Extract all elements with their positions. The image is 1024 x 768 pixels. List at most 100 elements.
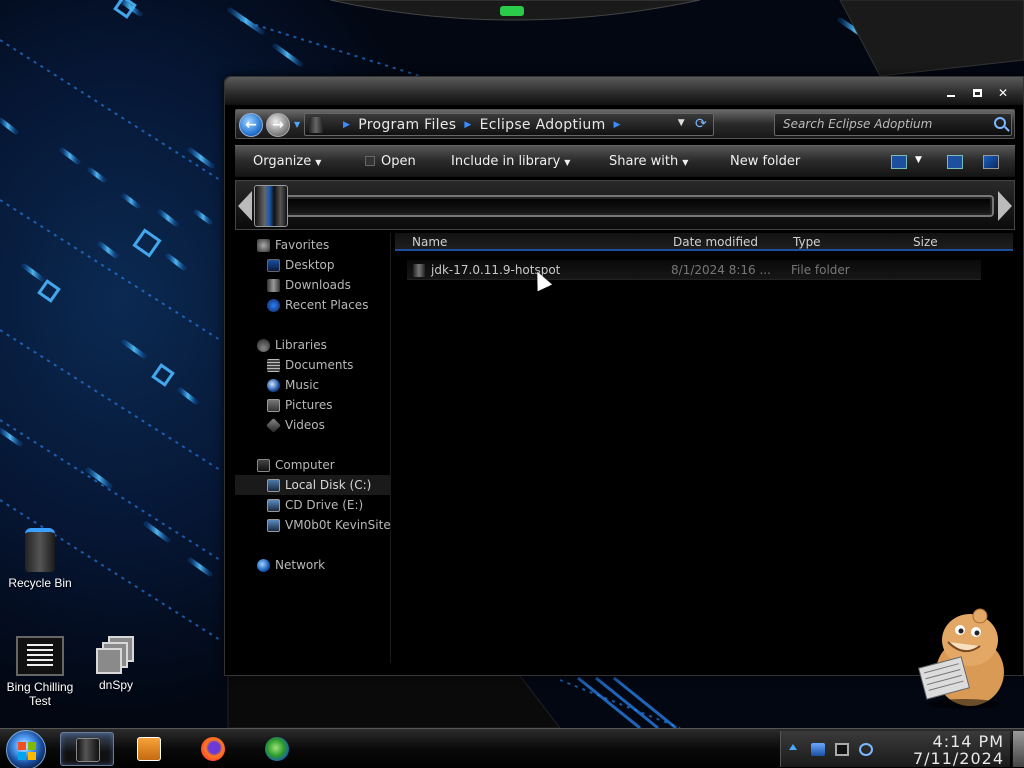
nav-videos[interactable]: Videos — [235, 415, 391, 435]
clock-date[interactable]: 7/11/2024 — [913, 749, 1004, 768]
nav-desktop[interactable]: Desktop — [235, 255, 391, 275]
column-headers: Name Date modified Type Size — [395, 233, 1013, 251]
music-icon — [267, 379, 280, 392]
open-button[interactable]: Open — [365, 154, 416, 169]
new-folder-button[interactable]: New folder — [730, 154, 800, 169]
breadcrumb-program-files[interactable]: Program Files — [358, 117, 456, 133]
network-icon — [257, 559, 270, 572]
arrow-right-icon: → — [272, 117, 284, 133]
start-button[interactable] — [6, 730, 46, 768]
file-list: Name Date modified Type Size jdk-17.0.11… — [393, 233, 1015, 663]
include-in-library-button[interactable]: Include in library ▼ — [451, 154, 570, 169]
nav-network[interactable]: Network — [235, 555, 391, 575]
network-drive-icon — [267, 519, 280, 532]
help-icon[interactable] — [983, 155, 999, 169]
preview-pane-icon[interactable] — [947, 155, 963, 169]
breadcrumb-separator-icon[interactable]: ▶ — [343, 120, 350, 130]
show-hidden-icons-icon[interactable] — [789, 744, 797, 750]
recent-pages-dropdown[interactable]: ▼ — [294, 120, 300, 129]
nav-libraries[interactable]: Libraries — [235, 335, 391, 355]
minimize-button[interactable] — [945, 87, 957, 99]
column-header-size[interactable]: Size — [913, 235, 938, 249]
explorer-window: ✕ ← → ▼ ▶ Program Files ▶ Eclipse Adopti… — [224, 76, 1024, 676]
nav-computer[interactable]: Computer — [235, 455, 391, 475]
navigation-bar: ← → ▼ ▶ Program Files ▶ Eclipse Adoptium… — [235, 109, 1015, 139]
column-header-type[interactable]: Type — [793, 235, 821, 249]
folder-icon — [309, 117, 323, 133]
documents-icon — [267, 359, 280, 372]
desktop-icon-bing-chilling-test[interactable]: Bing Chilling Test — [0, 636, 80, 708]
open-icon — [365, 156, 375, 166]
dnspy-icon — [96, 634, 136, 674]
media-player-icon — [137, 737, 161, 761]
search-icon[interactable] — [994, 117, 1006, 129]
details-banner — [235, 180, 1015, 230]
hamster-reading-icon — [917, 608, 1004, 709]
nav-vm-share[interactable]: VM0b0t KevinSite — [235, 515, 391, 535]
explorer-icon — [76, 738, 100, 762]
desktop-icon-label: dnSpy — [98, 678, 134, 692]
refresh-icon[interactable]: ⟳ — [695, 116, 707, 132]
file-row[interactable]: jdk-17.0.11.9-hotspot 8/1/2024 8:16 ... … — [407, 260, 981, 280]
nav-local-disk-c[interactable]: Local Disk (C:) — [235, 475, 391, 495]
nav-music[interactable]: Music — [235, 375, 391, 395]
change-view-icon[interactable] — [891, 155, 907, 169]
maximize-button[interactable] — [971, 87, 983, 99]
organize-button[interactable]: Organize ▼ — [253, 154, 321, 169]
nav-recent-places[interactable]: Recent Places — [235, 295, 391, 315]
back-button[interactable]: ← — [239, 113, 263, 137]
search-input[interactable]: Search Eclipse Adoptium — [774, 113, 1012, 136]
navigation-pane: Favorites Desktop Downloads Recent Place… — [235, 233, 391, 663]
system-tray: 4:14 PM 7/11/2024 — [780, 731, 1010, 768]
banner-rail — [264, 195, 994, 217]
taskbar-firefox-button[interactable] — [186, 732, 240, 766]
taskbar-explorer-button[interactable] — [60, 732, 114, 766]
windows-logo-icon — [18, 742, 36, 760]
pictures-icon — [267, 399, 280, 412]
address-history-dropdown[interactable]: ▼ — [678, 118, 685, 128]
command-bar: Organize ▼ Open Include in library ▼ Share… — [235, 145, 1015, 177]
desktop-icon — [267, 259, 280, 272]
star-icon — [257, 239, 270, 252]
desktop-icon-recycle-bin[interactable]: Recycle Bin — [0, 528, 80, 590]
window-titlebar[interactable]: ✕ — [225, 77, 1023, 105]
recent-places-icon — [267, 299, 280, 312]
breadcrumb-separator-icon[interactable]: ▶ — [464, 120, 471, 130]
chevron-down-icon: ▼ — [564, 158, 571, 167]
hamster-gadget[interactable] — [914, 600, 1010, 710]
folder-icon — [413, 264, 425, 277]
nav-favorites[interactable]: Favorites — [235, 235, 391, 255]
taskbar-download-manager-button[interactable] — [250, 732, 304, 766]
arrow-left-icon: ← — [245, 117, 257, 133]
nav-downloads[interactable]: Downloads — [235, 275, 391, 295]
firefox-icon — [201, 737, 225, 761]
desktop-icon-label: Recycle Bin — [8, 576, 72, 590]
document-viewer-icon — [16, 636, 64, 676]
action-center-icon[interactable] — [835, 743, 849, 756]
desktop-icon-dnspy[interactable]: dnSpy — [76, 634, 156, 692]
taskbar: 4:14 PM 7/11/2024 — [0, 728, 1024, 768]
address-bar[interactable]: ▶ Program Files ▶ Eclipse Adoptium ▶ ▼ ⟳ — [304, 113, 714, 136]
close-icon: ✕ — [997, 86, 1009, 100]
downloads-icon — [267, 279, 280, 292]
nav-documents[interactable]: Documents — [235, 355, 391, 375]
breadcrumb-separator-icon[interactable]: ▶ — [614, 120, 621, 130]
show-desktop-button[interactable] — [1012, 731, 1024, 767]
file-type: File folder — [791, 263, 850, 277]
column-header-date-modified[interactable]: Date modified — [673, 235, 758, 249]
libraries-icon — [257, 339, 270, 352]
nav-pictures[interactable]: Pictures — [235, 395, 391, 415]
taskbar-media-player-button[interactable] — [122, 732, 176, 766]
hard-disk-icon — [267, 479, 280, 492]
column-header-name[interactable]: Name — [412, 235, 447, 249]
forward-button[interactable]: → — [266, 113, 290, 137]
close-button[interactable]: ✕ — [997, 87, 1009, 99]
tray-app-icon[interactable] — [811, 743, 825, 756]
nav-cd-drive-e[interactable]: CD Drive (E:) — [235, 495, 391, 515]
network-status-icon[interactable] — [859, 743, 873, 756]
chevron-down-icon[interactable]: ▼ — [915, 155, 922, 165]
share-with-button[interactable]: Share with ▼ — [609, 154, 688, 169]
maximize-icon — [972, 89, 982, 97]
folder-preview-icon — [254, 185, 288, 227]
breadcrumb-eclipse-adoptium[interactable]: Eclipse Adoptium — [480, 117, 606, 133]
